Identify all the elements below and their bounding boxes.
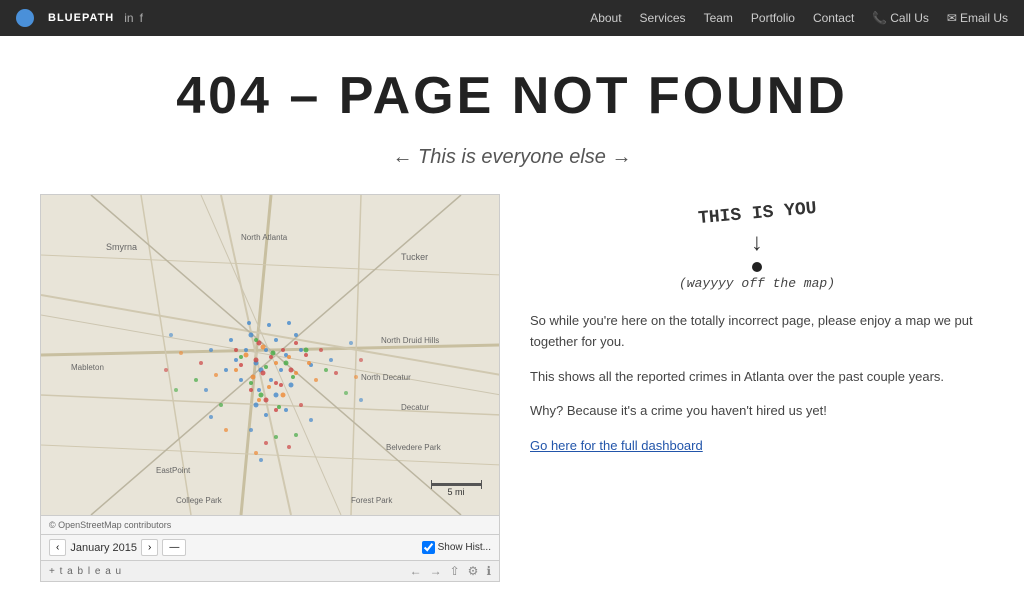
svg-text:5 mi: 5 mi [447,487,464,497]
range-button[interactable]: — [162,539,186,556]
show-hist-toggle[interactable]: Show Hist... [422,541,491,554]
map-credit: © OpenStreetMap contributors [49,520,171,530]
location-dot [752,262,762,272]
prev-date-button[interactable]: ‹ [49,539,66,556]
nav-portfolio[interactable]: Portfolio [751,11,795,25]
wayyyy-text: (wayyyy off the map) [530,276,984,291]
svg-text:North Atlanta: North Atlanta [241,233,288,242]
description-1: So while you're here on the totally inco… [530,311,984,353]
this-is-you-label: THIS IS YOU [697,199,817,229]
nav-call[interactable]: 📞 Call Us [872,11,929,25]
brand-name: BLUEPATH [48,12,114,24]
svg-text:Decatur: Decatur [401,403,429,412]
subtitle-text: ← This is everyone else → [393,146,632,168]
main-content: 404 – PAGE NOT FOUND ← This is everyone … [0,36,1024,602]
social-icons: in f [124,11,143,25]
svg-text:Belvedere Park: Belvedere Park [386,443,442,452]
tableau-logo: + t a b l e a u [49,566,122,577]
tableau-footer: + t a b l e a u ← → ⇧ ⚙ ℹ [41,560,499,581]
page-title: 404 – PAGE NOT FOUND [40,66,984,126]
navbar-left: BLUEPATH in f [16,9,143,27]
nav-services[interactable]: Services [640,11,686,25]
description-2: This shows all the reported crimes in At… [530,367,984,388]
svg-text:Mableton: Mableton [71,363,104,372]
svg-text:North Decatur: North Decatur [361,373,411,382]
nav-about[interactable]: About [590,11,621,25]
svg-text:North Druid Hills: North Druid Hills [381,336,439,345]
subtitle: ← This is everyone else → [40,146,984,169]
map-inner: Smyrna Tucker Mableton North Druid Hills… [41,195,500,515]
description-3: Why? Because it's a crime you haven't hi… [530,401,984,422]
map-svg: Smyrna Tucker Mableton North Druid Hills… [41,195,500,515]
map-controls-bar: ‹ January 2015 › — Show Hist... [41,534,499,560]
svg-text:Forest Park: Forest Park [351,496,393,505]
full-dashboard-link[interactable]: Go here for the full dashboard [530,438,703,453]
nav-team[interactable]: Team [704,11,733,25]
svg-text:Smyrna: Smyrna [106,242,137,252]
show-hist-checkbox[interactable] [422,541,435,554]
svg-text:College Park: College Park [176,496,223,505]
go-here-text: Go here for the full dashboard [530,436,984,457]
right-panel: THIS IS YOU ↓ (wayyyy off the map) So wh… [530,194,984,471]
navbar-right: About Services Team Portfolio Contact 📞 … [590,11,1008,25]
arrow-down-icon: ↓ [530,231,984,258]
navbar: BLUEPATH in f About Services Team Portfo… [0,0,1024,36]
this-is-you-section: THIS IS YOU ↓ (wayyyy off the map) [530,204,984,291]
next-date-button[interactable]: › [141,539,158,556]
linkedin-icon[interactable]: in [124,11,133,25]
email-icon: ✉ [947,11,957,25]
svg-text:EastPoint: EastPoint [156,466,191,475]
svg-text:Tucker: Tucker [401,252,428,262]
nav-email[interactable]: ✉ Email Us [947,11,1008,25]
map-container: Smyrna Tucker Mableton North Druid Hills… [40,194,500,582]
date-label: January 2015 [70,542,137,554]
date-controls: ‹ January 2015 › — [49,539,186,556]
brand-icon [16,9,34,27]
content-row: Smyrna Tucker Mableton North Druid Hills… [40,194,984,582]
phone-icon: 📞 [872,11,887,25]
facebook-icon[interactable]: f [140,11,143,25]
nav-contact[interactable]: Contact [813,11,854,25]
map-footer: © OpenStreetMap contributors [41,515,499,534]
